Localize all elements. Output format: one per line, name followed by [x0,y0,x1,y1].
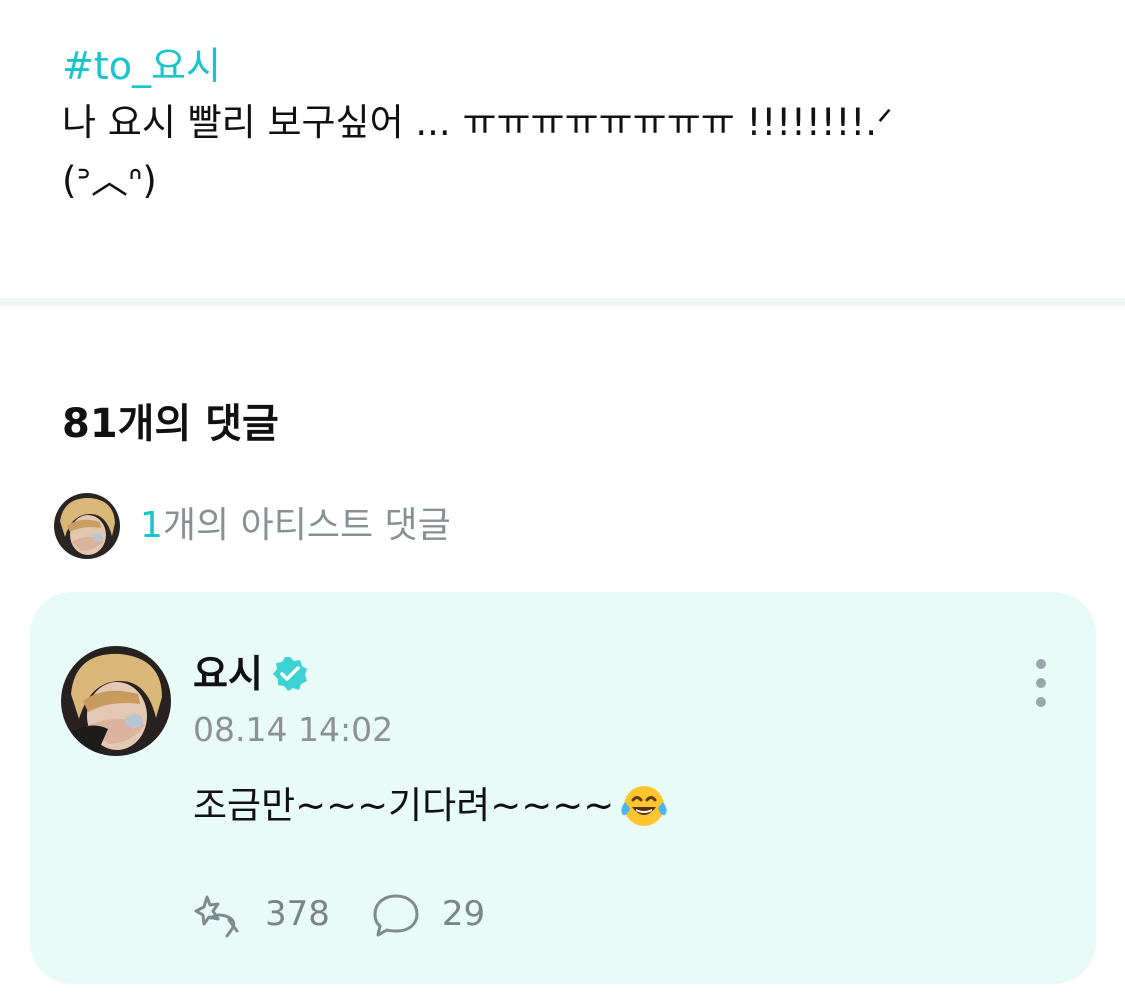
post-body-text: 나 요시 빨리 보구싶어 ... ㅠㅠㅠㅠㅠㅠㅠㅠ !!!!!!!!.ᐟ (ᐣ︿… [62,101,893,202]
comment-text: 조금만~~~기다려~~~~ [193,784,615,827]
comment-body: 조금만~~~기다려~~~~ [193,776,670,836]
reply-button[interactable]: 29 [370,888,485,940]
comment-author-avatar[interactable] [61,646,171,756]
comment-author-row: 요시 [193,648,309,700]
comments-count-heading: 81개의 댓글 [62,401,279,447]
like-count: 378 [265,894,330,934]
artist-comments-count: 1 [140,505,163,546]
more-options-button[interactable] [1026,658,1056,708]
heart-hand-icon [194,895,239,938]
hashtag-link[interactable]: #to_요시 [62,38,1062,94]
reply-count: 29 [441,894,486,934]
comment-timestamp: 08.14 14:02 [193,710,394,749]
artist-comment-card: 요시 08.14 14:02 조금만~~~기다려~~~~ 378 29 [30,592,1096,984]
section-divider [0,298,1125,306]
like-button[interactable]: 378 [193,888,330,940]
tears-of-joy-emoji-icon [618,780,670,832]
speech-bubble-icon [373,894,419,937]
comment-actions: 378 29 [193,888,525,940]
artist-comments-summary[interactable]: 1개의 아티스트 댓글 [54,492,451,560]
artist-comments-text: 개의 아티스트 댓글 [162,505,451,546]
artist-avatar [54,493,120,559]
more-vertical-icon [1036,659,1046,707]
comment-author-name[interactable]: 요시 [193,648,263,700]
verified-badge-icon [271,655,309,693]
post-content: #to_요시 나 요시 빨리 보구싶어 ... ㅠㅠㅠㅠㅠㅠㅠㅠ !!!!!!!… [62,38,1062,210]
artist-comments-label: 1개의 아티스트 댓글 [140,501,451,551]
